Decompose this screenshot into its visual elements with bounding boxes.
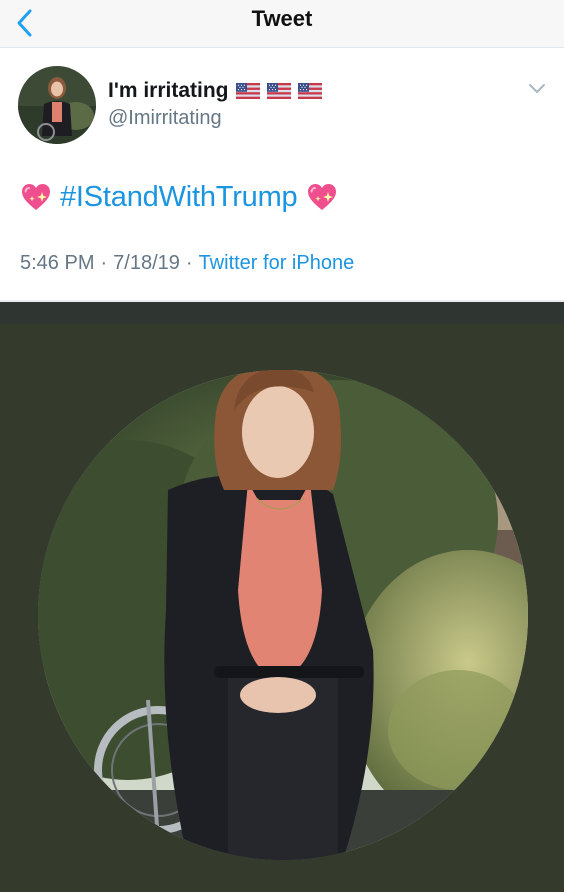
user-handle[interactable]: @Imirritating (108, 107, 222, 130)
us-flag-icon (298, 83, 322, 99)
us-flag-icon (236, 83, 260, 99)
tweet-source-link[interactable]: Twitter for iPhone (199, 252, 355, 275)
tweet-time: 5:46 PM (20, 252, 95, 274)
meta-separator: · (185, 252, 193, 274)
display-name[interactable]: I'm irritating (108, 79, 229, 103)
display-name-row: I'm irritating (108, 77, 322, 105)
hashtag-link[interactable]: #IStandWithTrump (60, 181, 298, 214)
navbar: Tweet (0, 0, 564, 48)
more-options-button[interactable] (526, 79, 548, 97)
meta-separator: · (100, 252, 108, 274)
us-flag-icon (267, 83, 291, 99)
tweet-metadata: 5:46 PM · 7/18/19 · Twitter for iPhone (20, 252, 354, 275)
profile-photo[interactable] (38, 370, 528, 860)
profile-photo-area (0, 324, 564, 892)
header-strip (0, 302, 564, 324)
chevron-down-icon (529, 84, 545, 93)
tweet-text: #IStandWithTrump (20, 177, 338, 217)
avatar[interactable] (18, 66, 96, 144)
page-title: Tweet (251, 6, 313, 31)
tweet-date: 7/18/19 (113, 252, 180, 274)
sparkling-heart-icon (306, 181, 338, 213)
sparkling-heart-icon (20, 181, 52, 213)
tweet: I'm irritating @Imirritating #IStandWith… (0, 49, 564, 301)
